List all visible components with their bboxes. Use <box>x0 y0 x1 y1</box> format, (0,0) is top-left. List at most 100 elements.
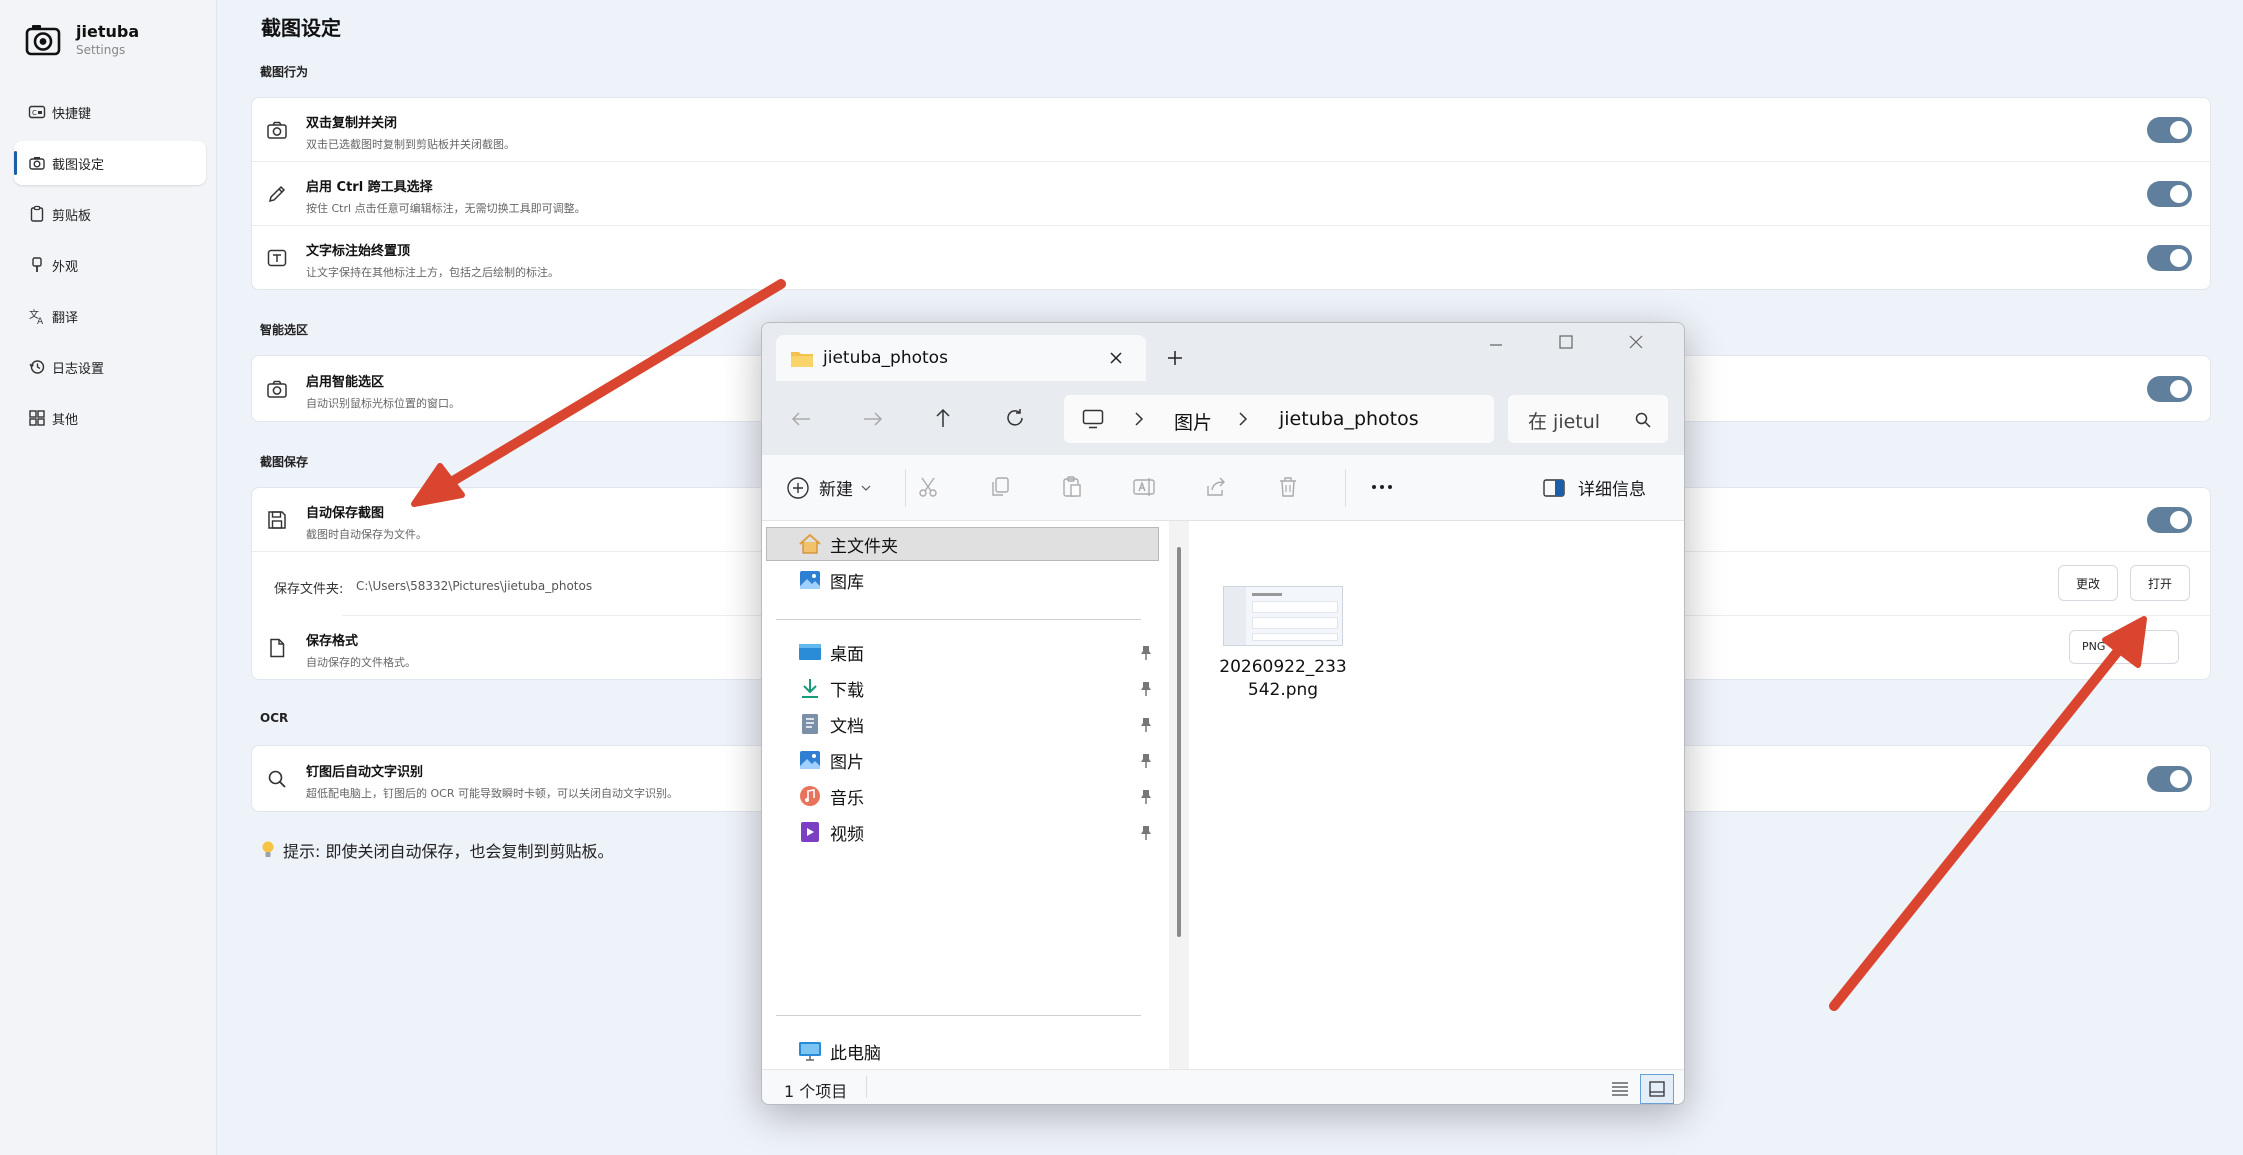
setting-title: 钉图后自动文字识别 <box>306 765 424 780</box>
section-title-ocr: OCR <box>260 711 289 725</box>
share-icon[interactable] <box>1204 475 1228 499</box>
nav-divider <box>776 619 1141 620</box>
pin-icon[interactable] <box>1139 717 1153 733</box>
open-folder-button[interactable]: 打开 <box>2130 565 2190 601</box>
forward-icon[interactable] <box>862 409 884 429</box>
nav-item-pictures[interactable]: 图片 <box>798 743 864 777</box>
up-icon[interactable] <box>932 407 954 429</box>
nav-label: 主文件夹 <box>830 536 898 557</box>
nav-label: 文档 <box>830 716 864 737</box>
details-pane-icon <box>1542 477 1566 499</box>
tip: 提示: 即使关闭自动保存，也会复制到剪贴板。 <box>261 838 613 862</box>
copy-icon[interactable] <box>988 475 1012 499</box>
auto-save-toggle[interactable] <box>2147 506 2192 533</box>
save-icon <box>266 509 288 531</box>
sidebar-item-clipboard[interactable]: 剪贴板 <box>14 192 206 236</box>
sidebar-item-appearance[interactable]: 外观 <box>14 243 206 287</box>
music-icon <box>798 785 830 807</box>
navigation-pane: 主文件夹 图库 桌面 下载 文档 图片 音乐 视频 此电脑 <box>762 521 1189 1069</box>
pin-icon[interactable] <box>1139 825 1153 841</box>
file-item[interactable]: 20260922_233 542.png <box>1213 574 1349 700</box>
explorer-tab[interactable]: jietuba_photos <box>776 335 1146 381</box>
cut-icon[interactable] <box>916 475 940 499</box>
computer-icon <box>798 1040 830 1062</box>
paste-icon[interactable] <box>1060 475 1084 499</box>
ocr-toggle[interactable] <box>2147 766 2192 792</box>
setting-row-double-click: 双击复制并关闭 双击已选截图时复制到剪贴板并关闭截图。 <box>252 98 2210 162</box>
camera-icon <box>266 378 288 400</box>
sidebar-item-other[interactable]: 其他 <box>14 396 206 440</box>
file-icon <box>266 637 288 659</box>
sidebar: jietuba Settings C 快捷键 截图设定 剪贴板 外观 文A 翻译… <box>0 0 217 1155</box>
sidebar-item-label: 外观 <box>52 259 79 275</box>
breadcrumb-item[interactable]: 图片 <box>1174 408 1212 435</box>
search-icon <box>1634 411 1652 429</box>
close-window-icon[interactable] <box>1628 334 1644 350</box>
sidebar-item-log[interactable]: 日志设置 <box>14 345 206 389</box>
camera-icon <box>28 154 52 172</box>
sidebar-item-screenshot[interactable]: 截图设定 <box>14 141 206 185</box>
explorer-titlebar: jietuba_photos 图片 jietuba_photos 在 jietu… <box>762 323 1684 455</box>
sidebar-item-translate[interactable]: 文A 翻译 <box>14 294 206 338</box>
tile-view-icon[interactable] <box>1640 1074 1674 1104</box>
file-thumbnail <box>1223 586 1343 646</box>
ctrl-select-toggle[interactable] <box>2147 180 2192 207</box>
details-label: 详细信息 <box>1578 480 1646 500</box>
file-name-line: 542.png <box>1247 680 1319 700</box>
refresh-icon[interactable] <box>1004 407 1026 429</box>
translate-icon: 文A <box>28 307 52 325</box>
rename-icon[interactable] <box>1132 475 1156 499</box>
list-view-icon[interactable] <box>1610 1079 1630 1099</box>
nav-item-home[interactable]: 主文件夹 <box>798 527 898 561</box>
download-icon <box>798 677 830 699</box>
smart-select-toggle[interactable] <box>2147 376 2192 402</box>
nav-label: 下载 <box>830 680 864 701</box>
nav-item-videos[interactable]: 视频 <box>798 815 864 849</box>
nav-item-this-pc[interactable]: 此电脑 <box>798 1034 881 1068</box>
search-box[interactable]: 在 jietul <box>1508 395 1668 443</box>
sidebar-item-shortcuts[interactable]: C 快捷键 <box>14 90 206 134</box>
text-top-toggle[interactable] <box>2147 245 2192 271</box>
svg-text:A: A <box>37 317 44 325</box>
new-label: 新建 <box>819 480 853 500</box>
nav-item-documents[interactable]: 文档 <box>798 707 864 741</box>
section-title-behavior: 截图行为 <box>260 65 309 79</box>
back-icon[interactable] <box>790 409 812 429</box>
address-bar[interactable]: 图片 jietuba_photos <box>1064 395 1494 443</box>
app-subtitle: Settings <box>76 42 126 57</box>
tip-text: 提示: 即使关闭自动保存，也会复制到剪贴板。 <box>283 842 614 861</box>
pin-icon[interactable] <box>1139 681 1153 697</box>
item-count: 1 个项目 <box>784 1082 848 1101</box>
nav-item-gallery[interactable]: 图库 <box>798 563 864 597</box>
nav-item-music[interactable]: 音乐 <box>798 779 864 813</box>
pin-icon[interactable] <box>1139 789 1153 805</box>
setting-title: 文字标注始终置顶 <box>306 244 411 259</box>
nav-scrollbar-thumb[interactable] <box>1177 547 1181 937</box>
nav-label: 图片 <box>830 752 864 773</box>
close-tab-icon[interactable] <box>1108 350 1124 366</box>
sidebar-nav: C 快捷键 截图设定 剪贴板 外观 文A 翻译 日志设置 其他 <box>14 90 206 447</box>
pin-icon[interactable] <box>1139 753 1153 769</box>
format-select[interactable]: PNG <box>2069 630 2179 664</box>
minimize-icon[interactable] <box>1488 337 1504 353</box>
sidebar-item-label: 翻译 <box>52 310 79 326</box>
brush-icon <box>28 256 52 274</box>
pin-icon[interactable] <box>1139 645 1153 661</box>
new-tab-icon[interactable] <box>1166 349 1184 367</box>
nav-item-desktop[interactable]: 桌面 <box>798 635 864 669</box>
new-button[interactable]: 新建 <box>786 475 871 500</box>
section-title-save: 截图保存 <box>260 455 309 469</box>
maximize-icon[interactable] <box>1558 334 1574 350</box>
camera-icon <box>266 119 288 141</box>
more-options-icon[interactable] <box>1370 483 1394 491</box>
double-click-toggle[interactable] <box>2147 116 2192 143</box>
nav-divider <box>776 1015 1141 1016</box>
setting-title: 启用 Ctrl 跨工具选择 <box>306 180 433 195</box>
sidebar-item-label: 日志设置 <box>52 361 105 377</box>
delete-icon[interactable] <box>1276 475 1300 499</box>
change-folder-button[interactable]: 更改 <box>2058 565 2118 601</box>
breadcrumb-item[interactable]: jietuba_photos <box>1279 408 1419 430</box>
chevron-down-icon <box>861 484 871 492</box>
nav-item-downloads[interactable]: 下载 <box>798 671 864 705</box>
details-button[interactable]: 详细信息 <box>1542 475 1646 500</box>
